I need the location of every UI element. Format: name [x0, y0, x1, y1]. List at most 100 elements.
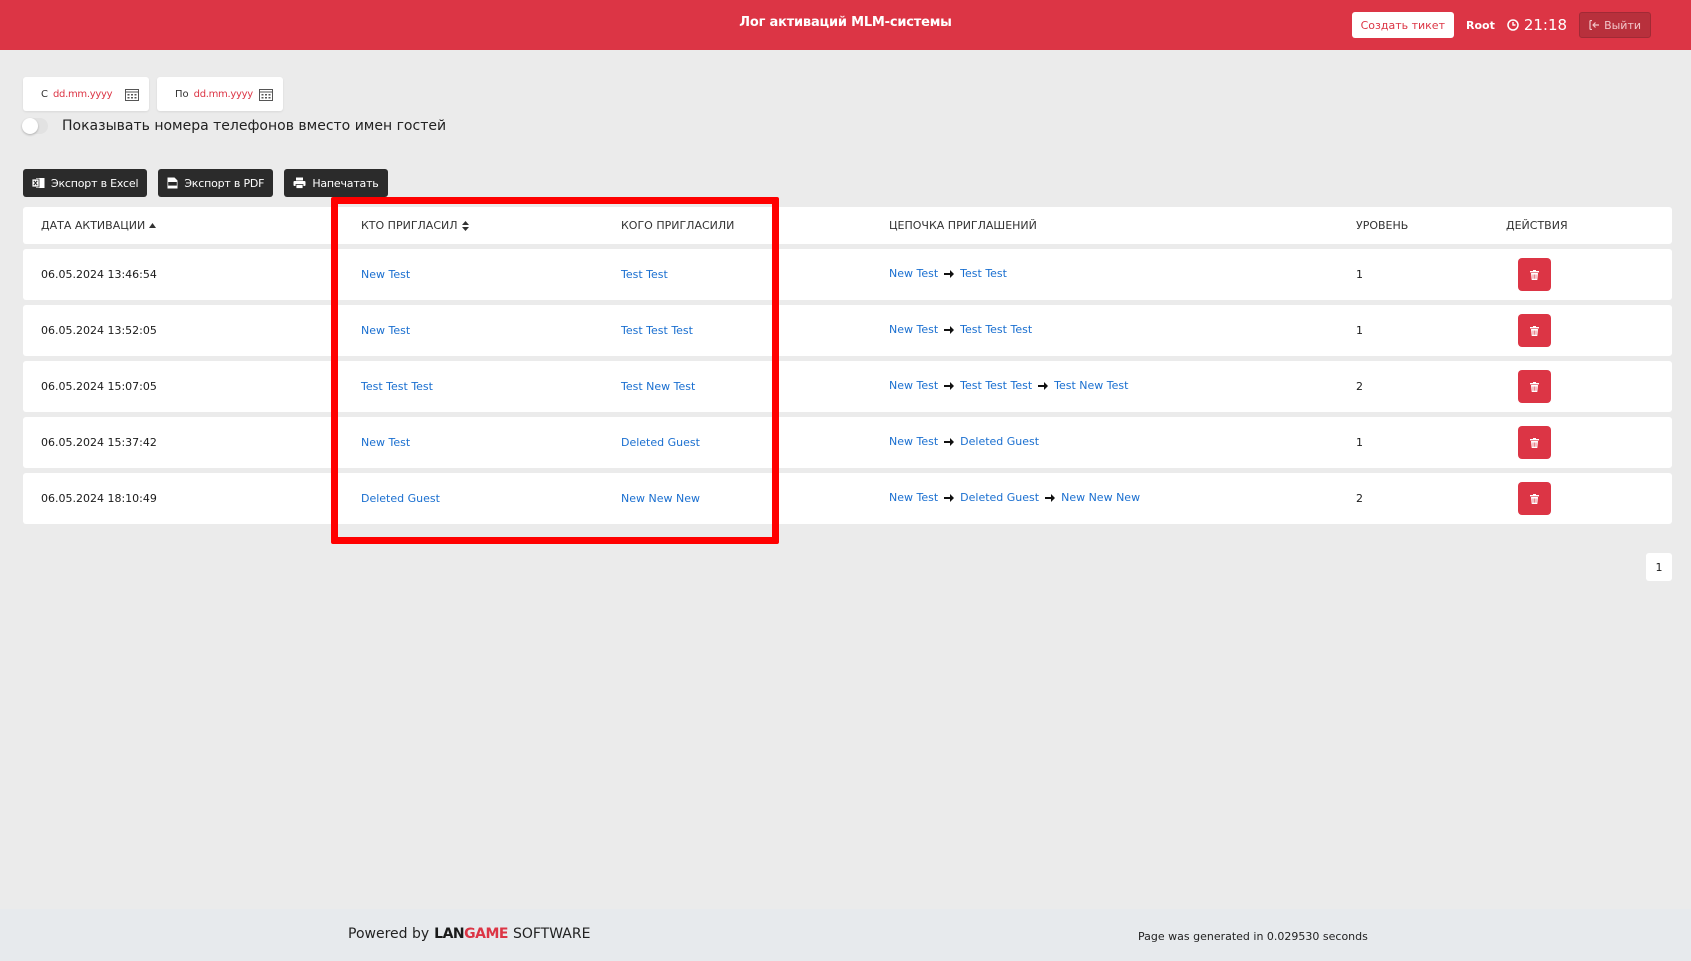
level-value: 1: [1356, 268, 1363, 281]
invitee-link[interactable]: Test New Test: [621, 380, 695, 393]
activation-date: 06.05.2024 18:10:49: [41, 492, 157, 505]
chain-link[interactable]: Test Test Test: [960, 323, 1032, 336]
delete-button[interactable]: [1518, 370, 1551, 403]
invitee-link[interactable]: Test Test Test: [621, 324, 693, 337]
chain-link[interactable]: New Test: [889, 379, 938, 392]
date-from-field[interactable]: С dd.mm.yyyy: [23, 77, 149, 111]
date-from-input[interactable]: dd.mm.yyyy: [53, 89, 125, 100]
column-header-level: УРОВЕНЬ: [1356, 219, 1409, 232]
chain-link[interactable]: Deleted Guest: [960, 435, 1039, 448]
arrow-right-icon: [944, 437, 955, 446]
print-button[interactable]: Напечатать: [284, 169, 388, 197]
activation-date: 06.05.2024 13:52:05: [41, 324, 157, 337]
export-excel-button[interactable]: Экспорт в Excel: [23, 169, 148, 197]
invitee-link[interactable]: Deleted Guest: [621, 436, 700, 449]
chain-link[interactable]: Test Test Test: [960, 379, 1032, 392]
footer: Powered by LANGAME SOFTWARE Page was gen…: [0, 909, 1691, 961]
column-header-whom: КОГО ПРИГЛАСИЛИ: [621, 219, 735, 232]
invitee-link[interactable]: Test Test: [621, 268, 668, 281]
chain-link[interactable]: New Test: [889, 435, 938, 448]
printer-icon: [293, 177, 306, 189]
chain-link[interactable]: New Test: [889, 491, 938, 504]
clock-icon: [1507, 19, 1519, 31]
trash-icon: [1530, 381, 1539, 392]
generation-time: Page was generated in 0.029530 seconds: [1138, 930, 1368, 943]
arrow-right-icon: [944, 269, 955, 278]
clock-time: 21:18: [1523, 16, 1568, 34]
logout-button[interactable]: Выйти: [1579, 12, 1651, 38]
table-row: 06.05.2024 15:07:05 Test Test Test Test Ne…: [23, 361, 1672, 412]
date-to-label: По: [175, 88, 189, 100]
column-header-date[interactable]: ДАТА АКТИВАЦИИ: [41, 219, 157, 232]
table-body: 06.05.2024 13:46:54 New Test Test Test New …: [23, 249, 1672, 524]
sort-asc-icon: [149, 223, 157, 228]
activation-date: 06.05.2024 15:07:05: [41, 380, 157, 393]
table-row: 06.05.2024 15:37:42 New Test Deleted Guest…: [23, 417, 1672, 468]
column-header-actions: ДЕЙСТВИЯ: [1506, 219, 1568, 232]
calendar-icon[interactable]: [125, 88, 139, 101]
chain-link[interactable]: New Test: [889, 323, 938, 336]
pagination-page-1[interactable]: 1: [1646, 553, 1672, 581]
header-actions: Создать тикет Root 21:18 Выйти: [1351, 12, 1651, 38]
delete-button[interactable]: [1518, 314, 1551, 347]
phone-toggle-switch[interactable]: [22, 118, 48, 134]
create-ticket-button[interactable]: Создать тикет: [1351, 12, 1454, 38]
invitation-chain: New Test Test Test: [889, 267, 1007, 280]
print-label: Напечатать: [312, 176, 379, 190]
excel-icon: [32, 178, 45, 188]
export-pdf-label: Экспорт в PDF: [184, 176, 265, 190]
clock: 21:18: [1507, 16, 1567, 34]
top-bar: Лог активаций MLM-системы Создать тикет …: [0, 0, 1691, 50]
table-row: 06.05.2024 13:46:54 New Test Test Test New …: [23, 249, 1672, 300]
powered-by: Powered by LANGAME SOFTWARE: [348, 926, 591, 942]
export-pdf-button[interactable]: Экспорт в PDF: [158, 169, 274, 197]
inviter-link[interactable]: New Test: [361, 436, 410, 449]
arrow-right-icon: [944, 493, 955, 502]
inviter-link[interactable]: Test Test Test: [361, 380, 433, 393]
calendar-icon[interactable]: [259, 88, 273, 101]
level-value: 1: [1356, 324, 1363, 337]
logout-icon: [1589, 20, 1600, 30]
delete-button[interactable]: [1518, 426, 1551, 459]
arrow-right-icon: [1045, 493, 1056, 502]
sort-icon: [461, 220, 469, 231]
inviter-link[interactable]: Deleted Guest: [361, 492, 440, 505]
brand-logo[interactable]: LANGAME: [434, 926, 508, 942]
trash-icon: [1530, 325, 1539, 336]
date-to-field[interactable]: По dd.mm.yyyy: [157, 77, 283, 111]
date-from-label: С: [41, 88, 48, 100]
trash-icon: [1530, 437, 1539, 448]
pdf-icon: [167, 177, 178, 189]
chain-link[interactable]: Test Test: [960, 267, 1007, 280]
delete-button[interactable]: [1518, 482, 1551, 515]
phone-toggle-label: Показывать номера телефонов вместо имен …: [62, 118, 447, 134]
user-name[interactable]: Root: [1466, 19, 1495, 32]
delete-button[interactable]: [1518, 258, 1551, 291]
activation-date: 06.05.2024 15:37:42: [41, 436, 157, 449]
invitation-chain: New Test Test Test Test: [889, 323, 1032, 336]
chain-link[interactable]: New New New: [1061, 491, 1140, 504]
arrow-right-icon: [1038, 381, 1049, 390]
invitee-link[interactable]: New New New: [621, 492, 700, 505]
table-row: 06.05.2024 18:10:49 Deleted Guest New New …: [23, 473, 1672, 524]
export-toolbar: Экспорт в Excel Экспорт в PDF Напечатать: [23, 169, 388, 197]
chain-link[interactable]: New Test: [889, 267, 938, 280]
date-to-input[interactable]: dd.mm.yyyy: [194, 89, 259, 100]
arrow-right-icon: [944, 325, 955, 334]
level-value: 1: [1356, 436, 1363, 449]
chain-link[interactable]: Test New Test: [1054, 379, 1128, 392]
arrow-right-icon: [944, 381, 955, 390]
activation-date: 06.05.2024 13:46:54: [41, 268, 157, 281]
logout-label: Выйти: [1604, 18, 1641, 32]
table-row: 06.05.2024 13:52:05 New Test Test Test Tes…: [23, 305, 1672, 356]
table-header: ДАТА АКТИВАЦИИ КТО ПРИГЛАСИЛ КОГО ПРИГЛА…: [23, 207, 1672, 244]
column-header-who[interactable]: КТО ПРИГЛАСИЛ: [361, 219, 469, 232]
chain-link[interactable]: Deleted Guest: [960, 491, 1039, 504]
inviter-link[interactable]: New Test: [361, 268, 410, 281]
level-value: 2: [1356, 492, 1363, 505]
phone-toggle-row: Показывать номера телефонов вместо имен …: [22, 118, 446, 134]
activation-log-table: ДАТА АКТИВАЦИИ КТО ПРИГЛАСИЛ КОГО ПРИГЛА…: [23, 207, 1672, 524]
inviter-link[interactable]: New Test: [361, 324, 410, 337]
trash-icon: [1530, 493, 1539, 504]
invitation-chain: New Test Test Test Test Test New Test: [889, 379, 1128, 392]
